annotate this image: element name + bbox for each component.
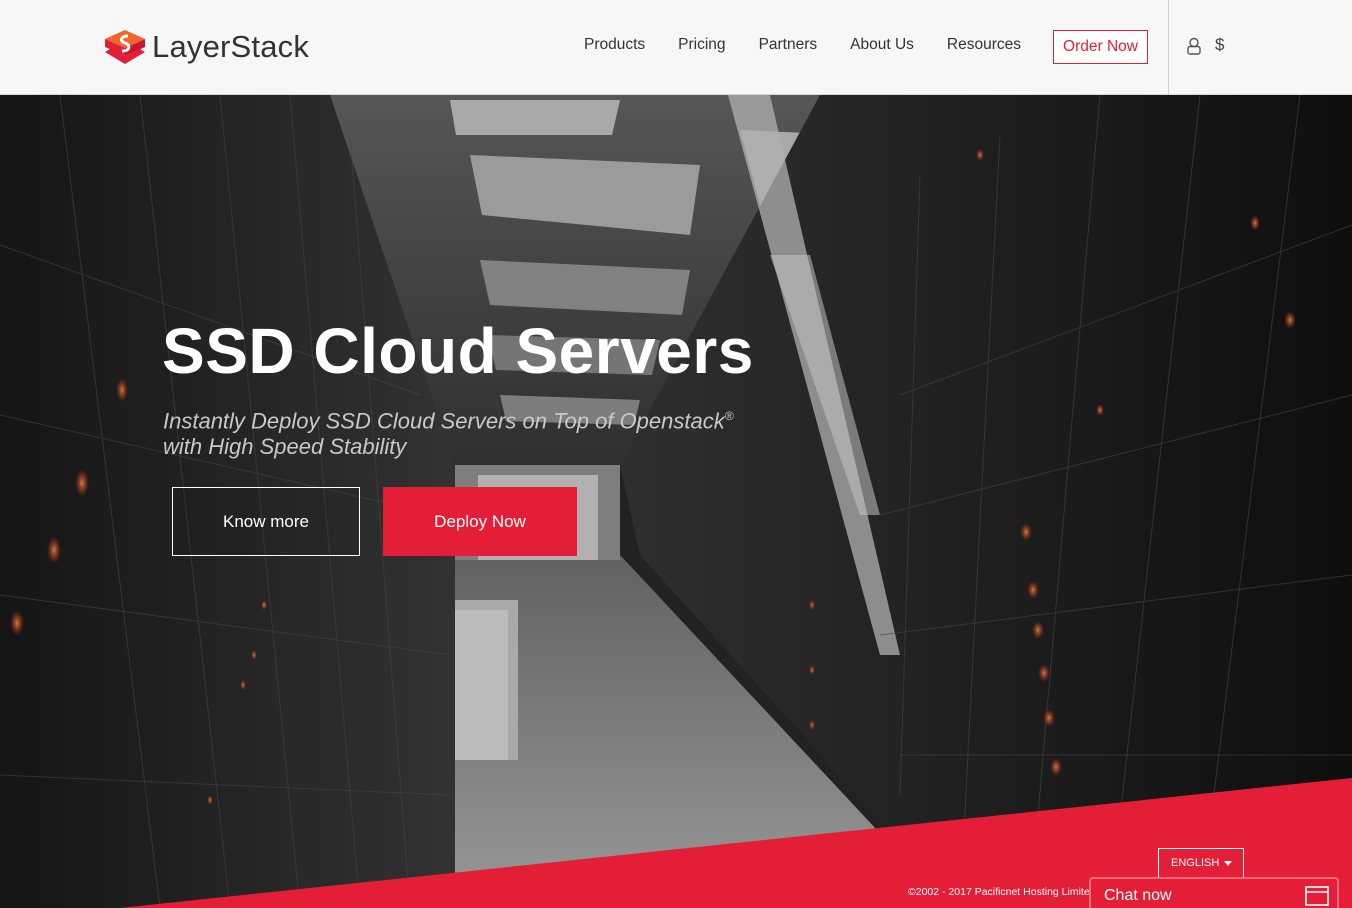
language-select[interactable]: ENGLISH bbox=[1158, 848, 1244, 878]
header-divider bbox=[1168, 0, 1169, 95]
language-label: ENGLISH bbox=[1171, 857, 1220, 869]
chevron-down-icon bbox=[1224, 861, 1232, 866]
copyright-text: ©2002 - 2017 Pacificnet Hosting Limited bbox=[908, 886, 1093, 898]
hero-title: SSD Cloud Servers bbox=[162, 315, 754, 387]
logo-text: LayerStack bbox=[152, 29, 310, 64]
order-now-button[interactable]: Order Now bbox=[1053, 30, 1148, 64]
layerstack-logo-icon bbox=[105, 30, 145, 64]
hero-subtitle: Instantly Deploy SSD Cloud Servers on To… bbox=[163, 403, 803, 460]
hero-subtitle-line2: with High Speed Stability bbox=[163, 434, 407, 460]
deploy-now-button[interactable]: Deploy Now bbox=[383, 487, 577, 556]
chat-window-icon bbox=[1305, 886, 1329, 906]
know-more-button[interactable]: Know more bbox=[172, 487, 360, 556]
nav-item-about-us[interactable]: About Us bbox=[850, 36, 914, 54]
main-nav: Products Pricing Partners About Us Resou… bbox=[584, 36, 1021, 54]
nav-item-resources[interactable]: Resources bbox=[947, 36, 1021, 54]
nav-item-pricing[interactable]: Pricing bbox=[678, 36, 725, 54]
chat-widget[interactable]: Chat now bbox=[1089, 877, 1339, 908]
user-icon[interactable] bbox=[1186, 37, 1202, 55]
nav-item-products[interactable]: Products bbox=[584, 36, 645, 54]
hero-subtitle-line1: Instantly Deploy SSD Cloud Servers on To… bbox=[163, 408, 725, 434]
currency-icon[interactable]: $ bbox=[1215, 35, 1224, 55]
nav-item-partners[interactable]: Partners bbox=[759, 36, 818, 54]
registered-mark: ® bbox=[724, 409, 734, 423]
hero-section: SSD Cloud Servers Instantly Deploy SSD C… bbox=[0, 95, 1352, 908]
site-header: LayerStack Products Pricing Partners Abo… bbox=[0, 0, 1352, 95]
logo[interactable]: LayerStack bbox=[104, 29, 309, 65]
chat-label: Chat now bbox=[1104, 887, 1172, 904]
